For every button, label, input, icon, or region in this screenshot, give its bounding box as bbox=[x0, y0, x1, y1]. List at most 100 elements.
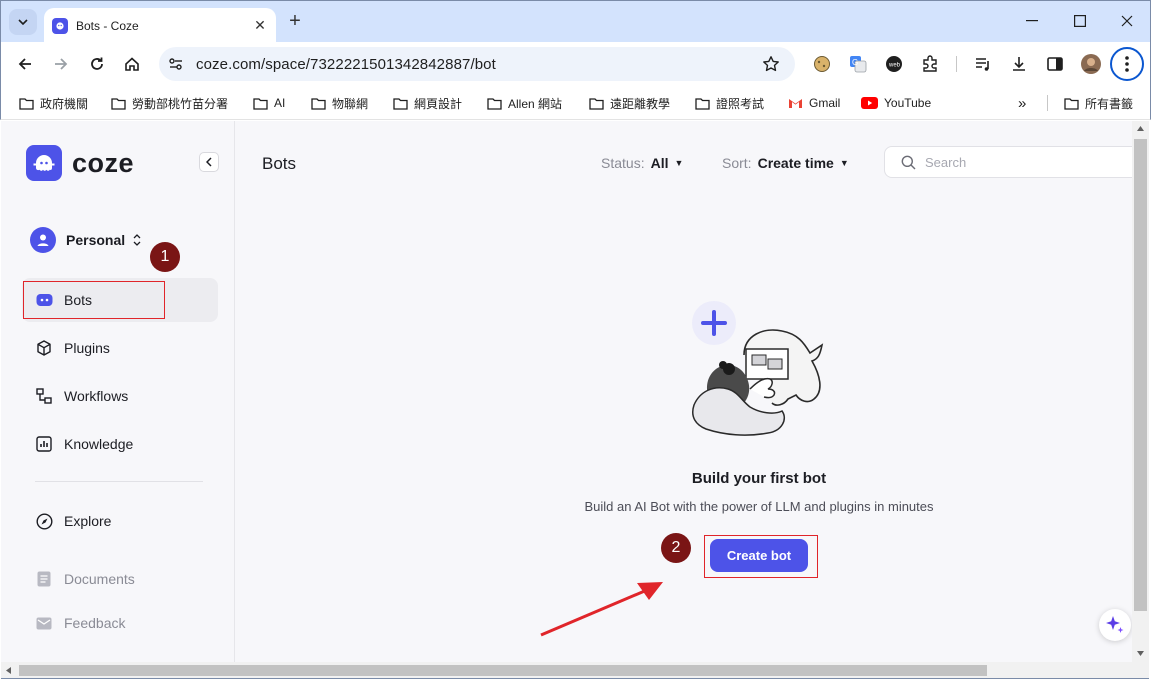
status-filter-label: Status: bbox=[601, 155, 645, 171]
home-button[interactable] bbox=[118, 50, 146, 78]
scroll-up-icon bbox=[1137, 126, 1144, 131]
more-vertical-icon bbox=[1125, 56, 1129, 72]
scroll-down-icon bbox=[1137, 651, 1144, 656]
bookmark-folder[interactable]: 證照考試 bbox=[695, 93, 764, 113]
site-settings-icon[interactable] bbox=[164, 52, 188, 76]
workspace-switcher[interactable]: Personal bbox=[30, 227, 141, 253]
minimize-icon bbox=[1026, 20, 1038, 22]
sidebar-item-label: Explore bbox=[64, 513, 112, 529]
back-button[interactable] bbox=[11, 50, 39, 78]
folder-icon bbox=[311, 97, 326, 110]
sidebar-item-label: Feedback bbox=[64, 615, 126, 631]
arrow-left-icon bbox=[18, 58, 31, 70]
bookmark-folder[interactable]: 遠距離教學 bbox=[589, 93, 670, 113]
sidebar-item-label: Knowledge bbox=[64, 436, 134, 452]
sidebar-item-label: Documents bbox=[64, 571, 135, 587]
annotation-box-create bbox=[704, 535, 818, 578]
bookmark-folder[interactable]: 物聯網 bbox=[311, 93, 368, 113]
bookmark-youtube[interactable]: YouTube bbox=[861, 93, 931, 113]
status-filter-value: All bbox=[650, 155, 669, 171]
search-input[interactable]: Search bbox=[884, 146, 1144, 178]
extensions-puzzle-icon[interactable] bbox=[919, 53, 941, 75]
search-placeholder: Search bbox=[925, 154, 967, 170]
toolbar-divider bbox=[956, 56, 957, 72]
bookmark-folder[interactable]: Allen 網站 bbox=[487, 93, 562, 113]
bookmarks-bar: 政府機關 勞動部桃竹苗分署 AI 物聯網 網頁設計 Allen 網站 遠距離教學… bbox=[0, 86, 1151, 120]
sort-filter-label: Sort: bbox=[722, 155, 752, 171]
page-title: Bots bbox=[262, 154, 297, 173]
close-window-button[interactable] bbox=[1112, 7, 1142, 35]
vertical-scroll-thumb[interactable] bbox=[1134, 139, 1147, 611]
browser-menu-button[interactable] bbox=[1110, 47, 1144, 81]
ai-assistant-button[interactable] bbox=[1099, 609, 1131, 641]
bookmark-folder[interactable]: 勞動部桃竹苗分署 bbox=[111, 93, 228, 113]
user-avatar-icon bbox=[30, 227, 56, 253]
folder-icon bbox=[695, 97, 710, 110]
tab-title: Bots - Coze bbox=[76, 18, 139, 33]
workspace-label: Personal bbox=[66, 232, 126, 248]
document-icon bbox=[35, 570, 53, 588]
bookmarks-overflow-button[interactable]: » bbox=[1018, 93, 1026, 113]
minimize-button[interactable] bbox=[1017, 7, 1047, 35]
extension-chat-icon[interactable]: web bbox=[883, 53, 905, 75]
url-text[interactable]: coze.com/space/7322221501342842887/bot bbox=[196, 56, 759, 73]
new-tab-button[interactable]: + bbox=[284, 10, 306, 32]
youtube-icon bbox=[861, 97, 878, 109]
bookmark-folder[interactable]: 政府機關 bbox=[19, 93, 88, 113]
svg-text:web: web bbox=[888, 63, 901, 69]
vertical-scrollbar[interactable] bbox=[1132, 121, 1149, 662]
annotation-step-2: 2 bbox=[661, 533, 691, 563]
extension-translate-icon[interactable]: G bbox=[847, 53, 869, 75]
empty-state-title: Build your first bot bbox=[691, 470, 827, 487]
all-bookmarks-folder[interactable]: 所有書籤 bbox=[1064, 93, 1133, 113]
browser-tab-strip: Bots - Coze ✕ + bbox=[0, 0, 1151, 43]
sidebar-item-workflows[interactable]: Workflows bbox=[22, 374, 218, 418]
sort-filter[interactable]: Sort: Create time ▼ bbox=[722, 155, 849, 171]
caret-down-icon: ▼ bbox=[674, 158, 684, 168]
coze-logo[interactable]: coze bbox=[26, 145, 134, 181]
sidebar-item-plugins[interactable]: Plugins bbox=[22, 326, 218, 370]
maximize-icon bbox=[1074, 15, 1086, 27]
bookmark-gmail[interactable]: Gmail bbox=[788, 93, 840, 113]
compass-icon bbox=[35, 512, 53, 530]
browser-toolbar: coze.com/space/7322221501342842887/bot G… bbox=[0, 42, 1151, 86]
arrow-right-icon bbox=[55, 58, 68, 70]
tab-search-button[interactable] bbox=[9, 9, 37, 35]
extension-cookie-icon[interactable] bbox=[811, 53, 833, 75]
sidebar: coze Personal Bots Plugins Workflows Kno… bbox=[1, 121, 235, 662]
active-tab[interactable]: Bots - Coze ✕ bbox=[44, 8, 276, 43]
chevron-down-icon bbox=[18, 19, 28, 25]
sidebar-divider bbox=[35, 481, 203, 482]
horizontal-scrollbar[interactable] bbox=[1, 662, 1149, 679]
collapse-sidebar-button[interactable] bbox=[199, 152, 219, 172]
address-bar[interactable]: coze.com/space/7322221501342842887/bot bbox=[159, 47, 795, 81]
mail-icon bbox=[35, 614, 53, 632]
empty-state-illustration bbox=[684, 295, 834, 442]
reload-button[interactable] bbox=[83, 50, 111, 78]
download-icon[interactable] bbox=[1008, 53, 1030, 75]
chevron-left-icon bbox=[206, 157, 212, 167]
bookmark-folder[interactable]: 網頁設計 bbox=[393, 93, 462, 113]
home-icon bbox=[125, 57, 139, 71]
close-tab-icon[interactable]: ✕ bbox=[252, 17, 268, 34]
bookmark-folder[interactable]: AI bbox=[253, 93, 285, 113]
sidebar-item-feedback[interactable]: Feedback bbox=[22, 601, 218, 645]
sidebar-item-documents[interactable]: Documents bbox=[22, 557, 218, 601]
bookmark-star-icon[interactable] bbox=[759, 52, 783, 76]
annotation-arrow bbox=[540, 582, 663, 637]
chevron-updown-icon bbox=[133, 234, 141, 246]
status-filter[interactable]: Status: All ▼ bbox=[601, 155, 683, 171]
search-icon bbox=[901, 155, 916, 169]
side-panel-icon[interactable] bbox=[1044, 53, 1066, 75]
main-content: Bots Status: All ▼ Sort: Create time ▼ S… bbox=[236, 121, 1149, 662]
empty-state-subtitle: Build an AI Bot with the power of LLM an… bbox=[584, 499, 934, 514]
sidebar-item-knowledge[interactable]: Knowledge bbox=[22, 422, 218, 466]
horizontal-scroll-thumb[interactable] bbox=[19, 665, 987, 676]
maximize-button[interactable] bbox=[1065, 7, 1095, 35]
forward-button[interactable] bbox=[47, 50, 75, 78]
sidebar-item-label: Workflows bbox=[64, 388, 129, 404]
sidebar-item-explore[interactable]: Explore bbox=[22, 499, 218, 543]
media-queue-icon[interactable] bbox=[972, 53, 994, 75]
bookmarks-divider bbox=[1047, 95, 1048, 111]
profile-avatar[interactable] bbox=[1080, 53, 1102, 75]
